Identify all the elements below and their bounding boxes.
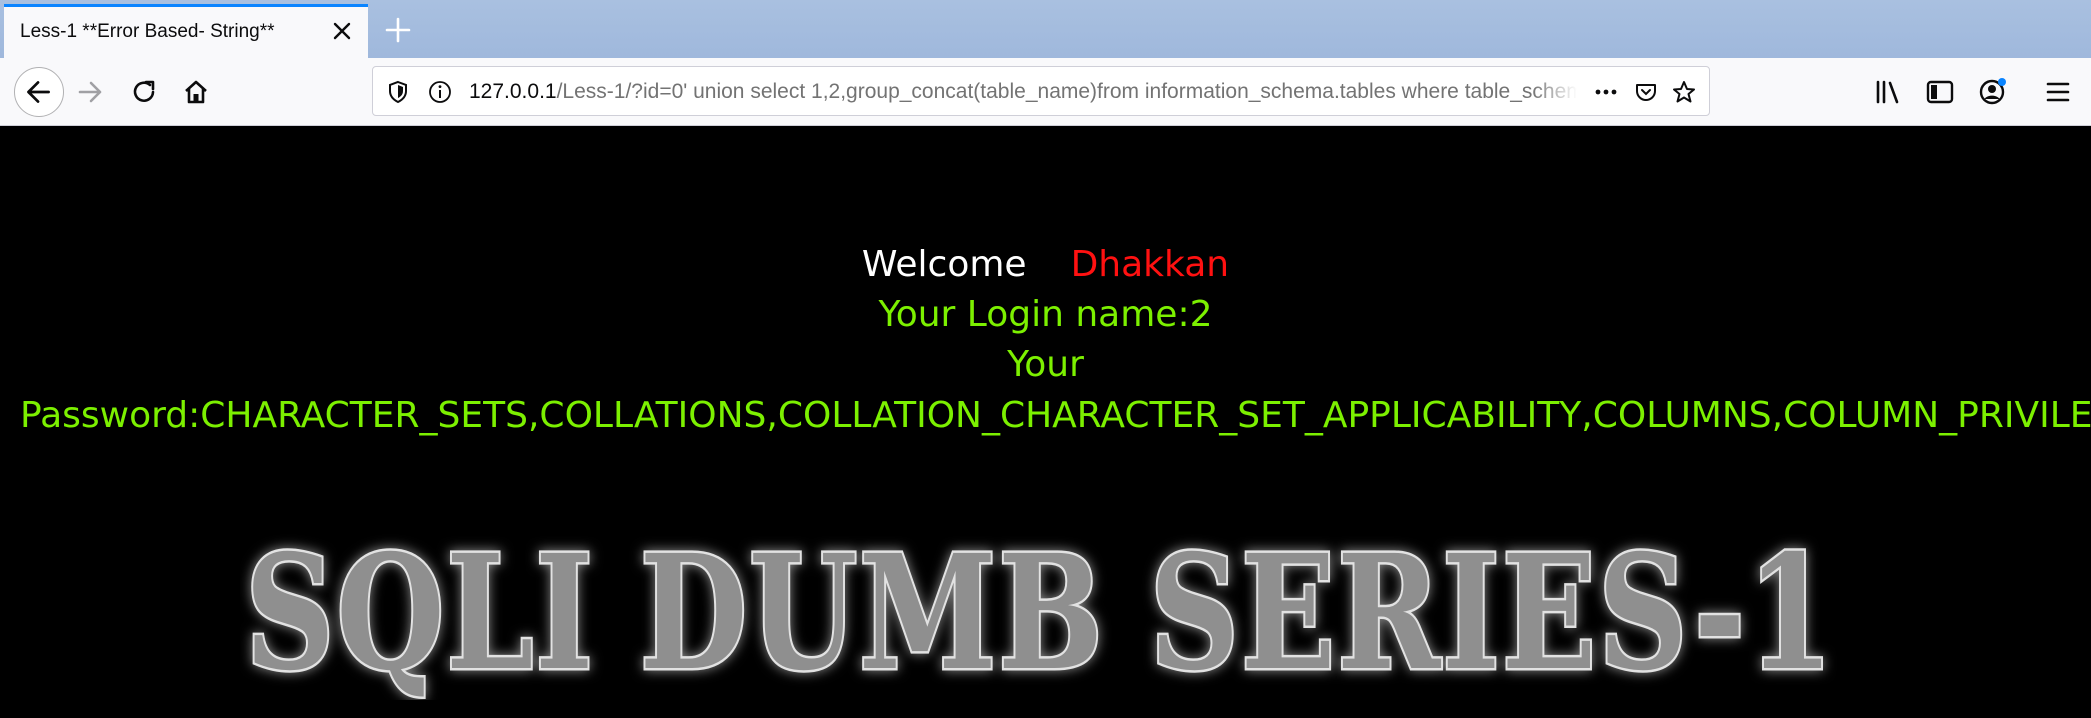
menu-icon[interactable] [2036,70,2080,114]
bookmark-star-icon[interactable] [1671,79,1697,105]
url-path: /Less-1/?id=0' union select 1,2,group_co… [556,80,1577,103]
back-icon[interactable] [14,67,64,117]
password-value-line: Password:CHARACTER_SETS,COLLATIONS,COLLA… [20,395,2091,436]
url-host: 127.0.0.1 [469,80,557,103]
new-tab-icon[interactable] [378,10,418,50]
url-bar[interactable]: 127.0.0.1/Less-1/?id=0' union select 1,2… [372,66,1710,116]
login-name-line: Your Login name:2 [878,294,1213,335]
tab-title: Less-1 **Error Based- String** [20,21,275,42]
more-icon[interactable] [1593,79,1619,105]
welcome-text: Welcome [861,244,1027,285]
tab-strip: Less-1 **Error Based- String** [0,0,2091,58]
info-icon[interactable] [427,79,453,105]
account-icon[interactable] [1970,70,2014,114]
close-icon[interactable] [330,19,354,43]
pocket-icon[interactable] [1633,79,1659,105]
sidebar-icon[interactable] [1918,70,1962,114]
tracking-shield-icon[interactable] [385,79,411,105]
active-tab[interactable]: Less-1 **Error Based- String** [4,4,368,58]
password-label-line: Your [1007,344,1084,385]
url-text[interactable]: 127.0.0.1/Less-1/?id=0' union select 1,2… [469,79,1577,105]
welcome-line: Welcome Dhakkan [0,240,2091,290]
banner-text: SQLI DUMB SERIES-1 [245,521,1835,700]
reload-icon[interactable] [122,70,166,114]
home-icon[interactable] [174,70,218,114]
sqli-dumb-series-banner: SQLI DUMB SERIES-1 [243,520,1836,700]
navigation-bar: 127.0.0.1/Less-1/?id=0' union select 1,2… [0,58,2091,126]
forward-icon[interactable] [68,70,112,114]
library-icon[interactable] [1866,70,1910,114]
page-content: Welcome Dhakkan Your Login name:2 Your Pa… [0,126,2091,718]
user-name: Dhakkan [1070,244,1230,285]
